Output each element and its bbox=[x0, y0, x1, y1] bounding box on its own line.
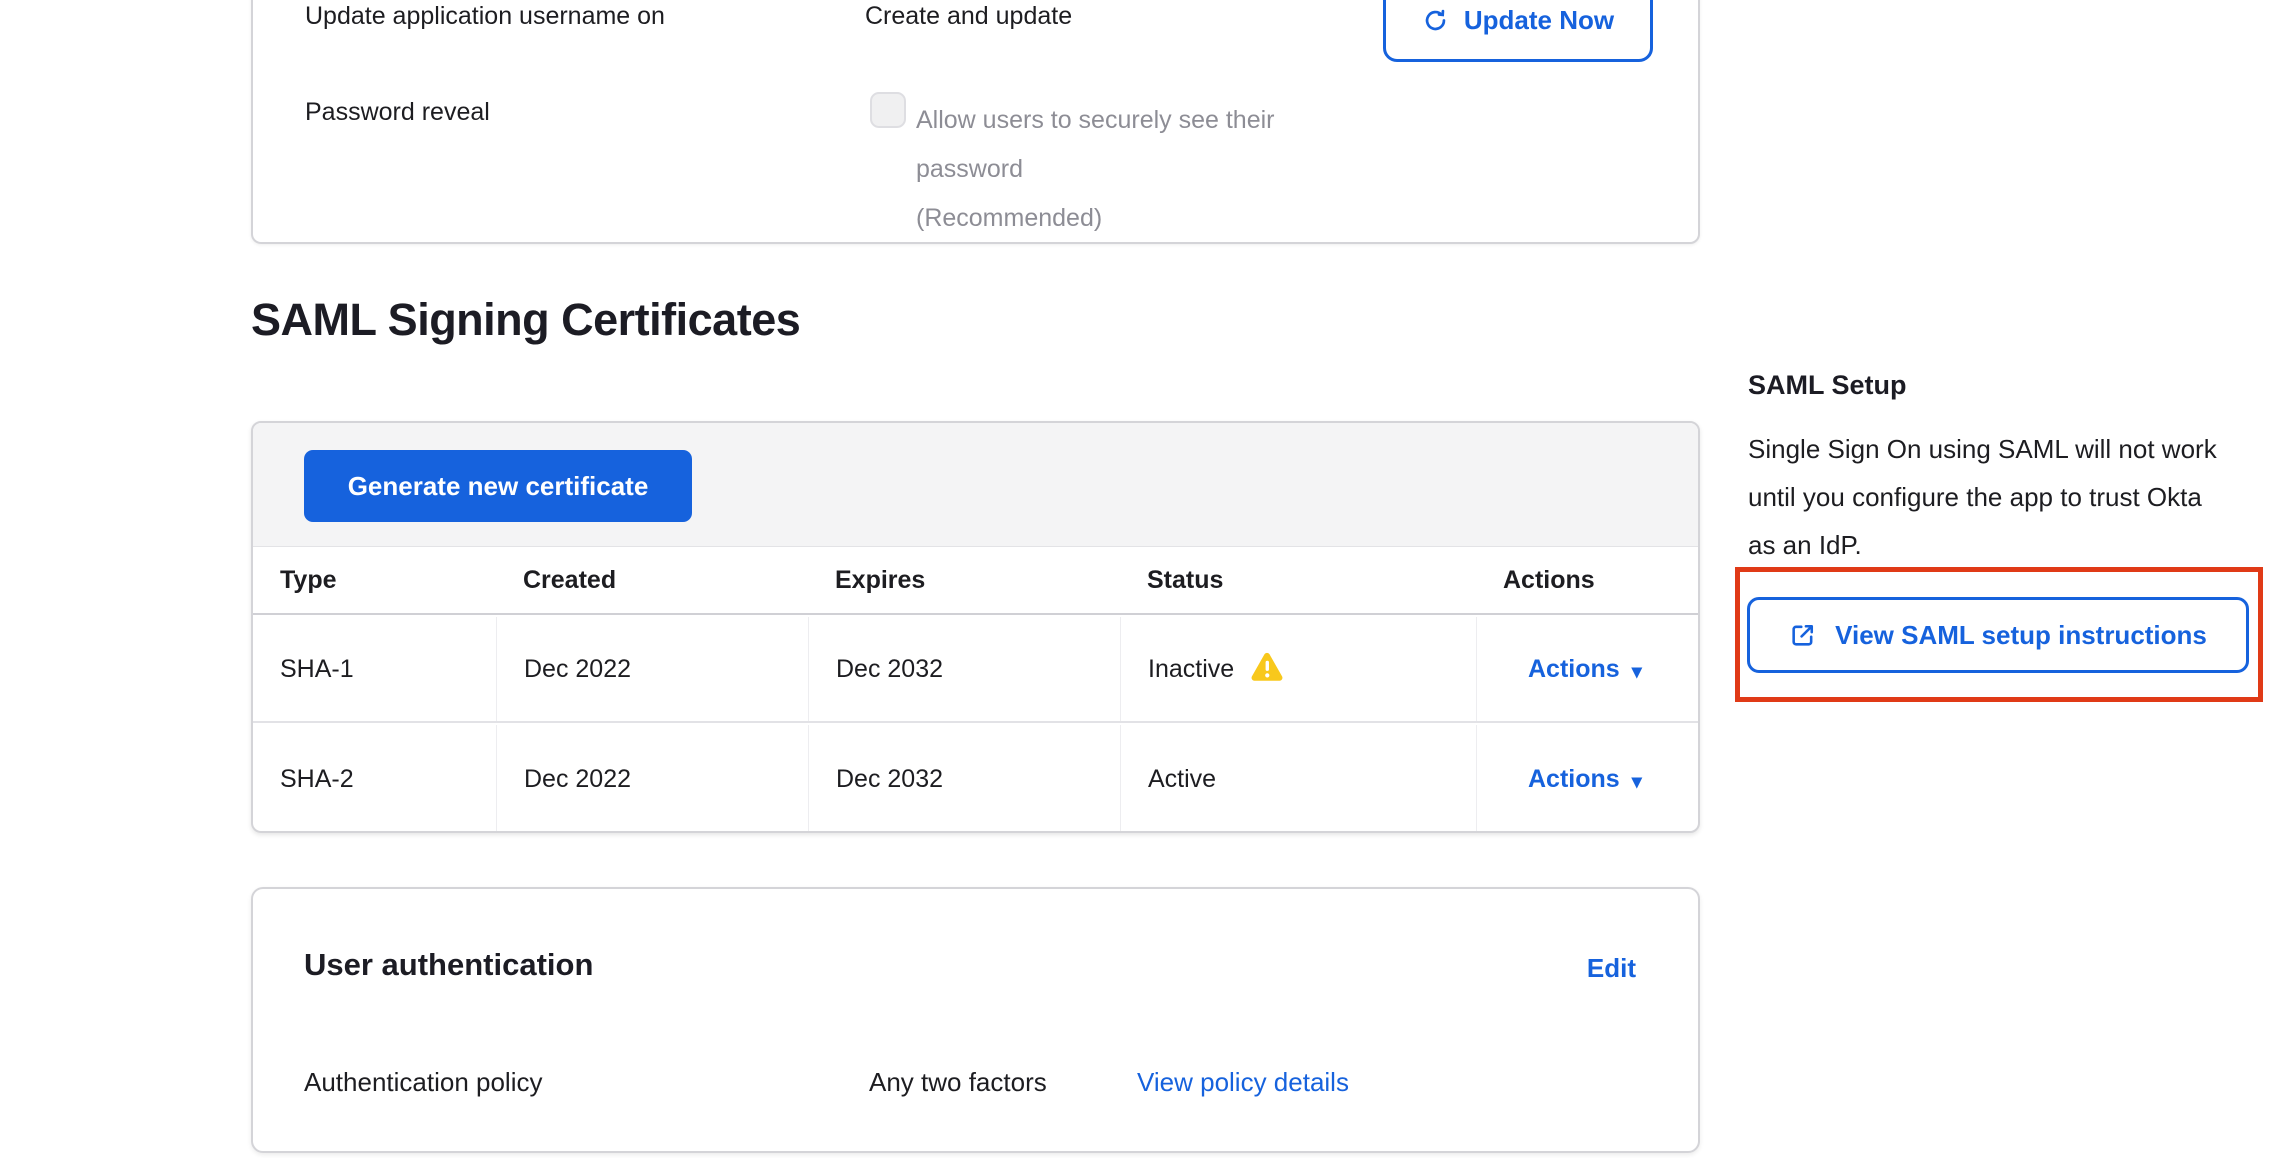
cert-status: Active bbox=[1148, 765, 1216, 794]
view-policy-details-link[interactable]: View policy details bbox=[1137, 1067, 1349, 1098]
view-saml-instructions-label: View SAML setup instructions bbox=[1835, 620, 2207, 651]
cert-status: Inactive bbox=[1148, 655, 1234, 684]
authentication-policy-label: Authentication policy bbox=[304, 1067, 542, 1098]
cert-type: SHA-1 bbox=[280, 655, 354, 684]
certificates-table-header: Type Created Expires Status Actions bbox=[253, 547, 1698, 615]
chevron-down-icon bbox=[1632, 765, 1642, 794]
generate-certificate-button[interactable]: Generate new certificate bbox=[304, 450, 692, 522]
edit-link[interactable]: Edit bbox=[1587, 953, 1636, 984]
password-reveal-label: Password reveal bbox=[305, 98, 490, 127]
password-reveal-checkbox[interactable] bbox=[870, 92, 906, 128]
column-header-actions: Actions bbox=[1476, 566, 1700, 595]
cert-type: SHA-2 bbox=[280, 765, 354, 794]
external-link-icon bbox=[1789, 621, 1817, 649]
refresh-icon bbox=[1422, 7, 1449, 34]
username-update-label: Update application username on bbox=[305, 2, 665, 31]
certificate-row-sha1: SHA-1 Dec 2022 Dec 2032 Inactive Actions bbox=[253, 617, 1698, 723]
username-update-value: Create and update bbox=[865, 2, 1072, 31]
annotation-highlight-box: View SAML setup instructions bbox=[1735, 567, 2263, 702]
saml-setup-heading: SAML Setup bbox=[1748, 370, 1907, 401]
actions-dropdown[interactable]: Actions bbox=[1528, 765, 1642, 794]
column-header-expires: Expires bbox=[808, 566, 1120, 595]
warning-icon bbox=[1250, 652, 1284, 690]
certificates-toolbar: Generate new certificate bbox=[253, 423, 1698, 547]
cert-created: Dec 2022 bbox=[524, 655, 631, 684]
cert-expires: Dec 2032 bbox=[836, 765, 943, 794]
saml-setup-description: Single Sign On using SAML will not work … bbox=[1748, 425, 2234, 569]
password-reveal-checkbox-label: Allow users to securely see their passwo… bbox=[916, 96, 1346, 243]
column-header-created: Created bbox=[496, 566, 808, 595]
user-authentication-heading: User authentication bbox=[304, 947, 593, 983]
column-header-status: Status bbox=[1120, 566, 1476, 595]
authentication-policy-value: Any two factors bbox=[869, 1067, 1047, 1098]
user-authentication-card: User authentication Edit Authentication … bbox=[251, 887, 1700, 1153]
saml-certificates-card: Generate new certificate Type Created Ex… bbox=[251, 421, 1700, 833]
saml-certificates-heading: SAML Signing Certificates bbox=[251, 294, 800, 346]
column-header-type: Type bbox=[253, 566, 496, 595]
actions-dropdown[interactable]: Actions bbox=[1528, 655, 1642, 684]
update-now-button[interactable]: Update Now bbox=[1383, 0, 1653, 62]
chevron-down-icon bbox=[1632, 655, 1642, 684]
view-saml-instructions-button[interactable]: View SAML setup instructions bbox=[1747, 597, 2249, 673]
cert-created: Dec 2022 bbox=[524, 765, 631, 794]
update-now-label: Update Now bbox=[1464, 5, 1614, 36]
cert-expires: Dec 2032 bbox=[836, 655, 943, 684]
app-settings-card: Update application username on Create an… bbox=[251, 0, 1700, 244]
certificate-row-sha2: SHA-2 Dec 2022 Dec 2032 Active Actions bbox=[253, 725, 1698, 833]
